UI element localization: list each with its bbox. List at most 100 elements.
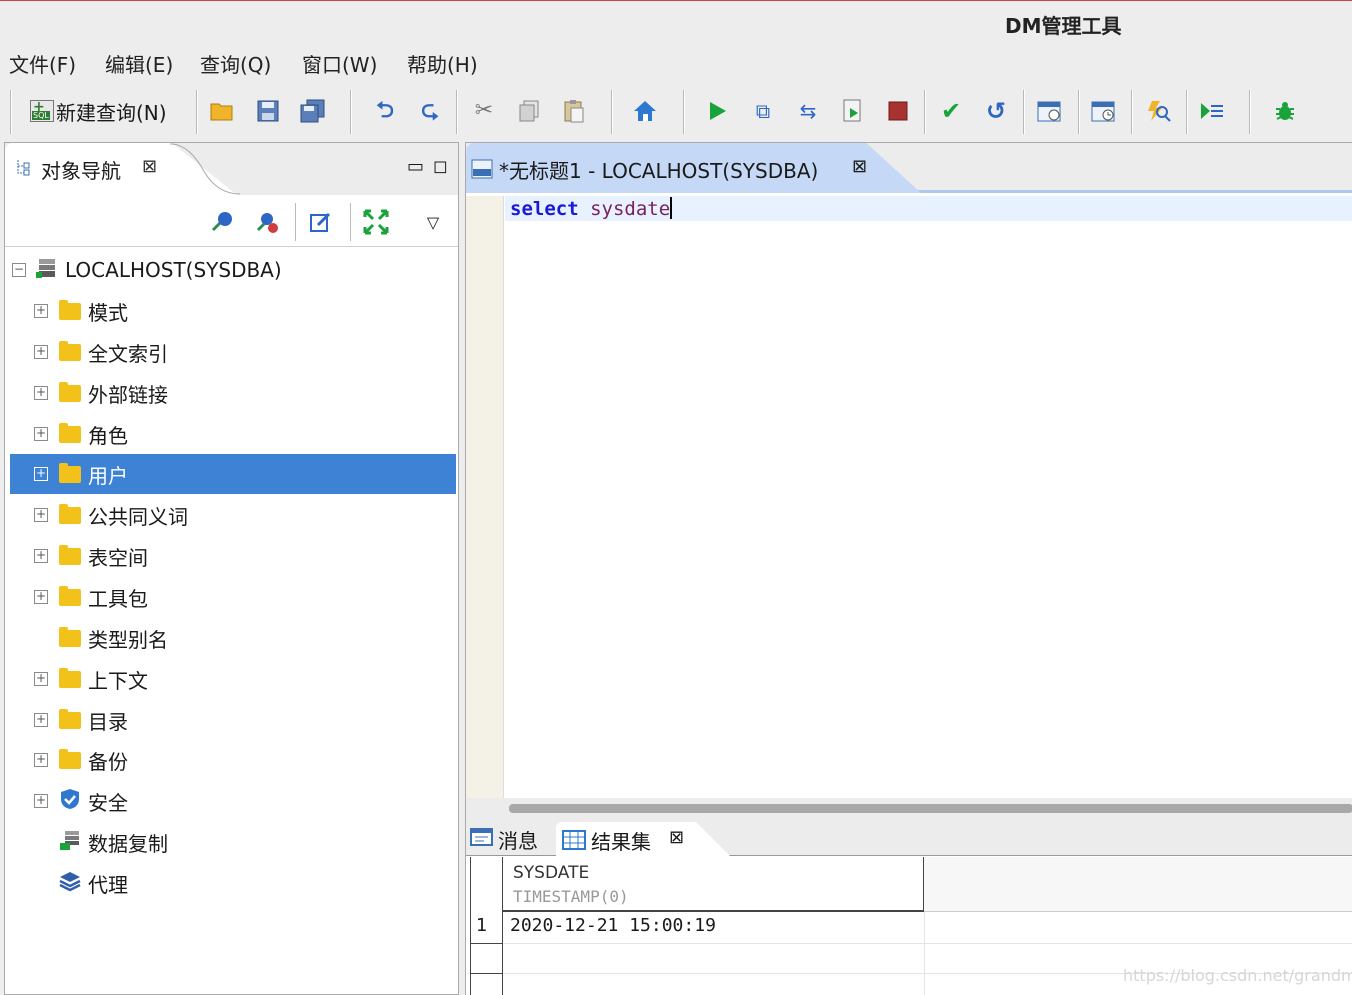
tree-node-label: 安全 [88, 790, 128, 815]
tree-node-context[interactable]: + 上下文 [34, 659, 487, 699]
toolbar-separator [1131, 90, 1133, 134]
tree-node-tablespace[interactable]: + 表空间 [34, 536, 487, 576]
paste-icon[interactable] [559, 96, 589, 126]
tree-node-type-alias[interactable]: 类型别名 [59, 618, 512, 658]
collapse-icon[interactable]: − [12, 263, 26, 277]
view-menu-chevron-down-icon[interactable]: ▽ [419, 208, 447, 236]
expand-icon[interactable]: + [34, 386, 48, 400]
column-header-sysdate[interactable]: SYSDATE TIMESTAMP(0) [503, 857, 924, 912]
new-sql-icon: + SQL [30, 99, 54, 122]
menu-file[interactable]: 文件(F) [9, 49, 76, 78]
connect-icon[interactable] [208, 208, 236, 236]
run-selected-icon[interactable]: ⧉ [748, 96, 778, 126]
toolbar-separator [350, 90, 352, 134]
copy-icon[interactable] [514, 96, 544, 126]
menu-edit[interactable]: 编辑(E) [105, 49, 173, 78]
text-caret [670, 197, 673, 219]
expand-icon[interactable]: + [34, 508, 48, 522]
tab-messages[interactable]: 消息 [470, 823, 538, 856]
expand-icon[interactable]: + [34, 753, 48, 767]
sql-identifier: sysdate [590, 198, 671, 220]
table-cell[interactable]: 2020-12-21 15:00:19 [510, 915, 716, 936]
expand-icon[interactable]: + [34, 427, 48, 441]
tree-node-replication[interactable]: 数据复制 [59, 822, 512, 862]
tree-node-user[interactable]: + 用户 [10, 454, 456, 494]
commit-icon[interactable]: ✔ [936, 96, 966, 126]
tree-node-directory[interactable]: + 目录 [34, 700, 487, 740]
shield-icon [59, 788, 81, 815]
disconnect-icon[interactable] [253, 208, 281, 236]
schedule-icon[interactable] [1035, 96, 1065, 126]
close-icon[interactable]: ⊠ [669, 827, 684, 848]
schedule-edit-icon[interactable] [1089, 96, 1119, 126]
redo-icon[interactable]: ⮎ [415, 96, 445, 126]
tree-node-fulltext-index[interactable]: + 全文索引 [34, 332, 487, 372]
maximize-icon[interactable]: ◻ [433, 156, 448, 177]
expand-icon[interactable]: + [34, 672, 48, 686]
home-icon[interactable] [630, 96, 660, 126]
tree-node-schema[interactable]: + 模式 [34, 291, 487, 331]
expand-icon[interactable]: + [34, 549, 48, 563]
menu-window[interactable]: 窗口(W) [302, 49, 377, 78]
window-title: DM管理工具 [1005, 14, 1122, 38]
results-tabstrip: 消息 结果集 ⊠ [466, 820, 1352, 857]
tab-untitled-query[interactable]: *无标题1 - LOCALHOST(SYSDBA) ⊠ [466, 143, 921, 193]
server-icon [35, 257, 57, 284]
search-object-icon[interactable] [1144, 96, 1174, 126]
toolbar-separator [1023, 90, 1025, 134]
edit-icon[interactable] [307, 208, 335, 236]
tree-node-label: 模式 [88, 300, 128, 325]
menu-help[interactable]: 帮助(H) [407, 49, 478, 78]
editor-horizontal-scrollbar[interactable] [465, 798, 1352, 820]
run-icon[interactable] [702, 96, 732, 126]
folder-icon [59, 748, 81, 769]
tab-object-navigator-label: 对象导航 [41, 159, 121, 183]
tree-node-public-synonym[interactable]: + 公共同义词 [34, 495, 487, 535]
expand-icon[interactable]: + [34, 467, 48, 481]
editor-tab-label: *无标题1 - LOCALHOST(SYSDBA) [499, 159, 819, 183]
rollback-icon[interactable]: ↺ [981, 96, 1011, 126]
row-divider [503, 943, 1352, 944]
open-folder-icon[interactable] [208, 96, 238, 126]
tree-root-label: LOCALHOST(SYSDBA) [65, 258, 282, 282]
cut-icon[interactable]: ✂ [469, 96, 499, 126]
tree-node-label: 类型别名 [88, 627, 168, 652]
tree-root-node[interactable]: − LOCALHOST(SYSDBA) [12, 250, 465, 290]
expand-all-icon[interactable] [362, 208, 390, 236]
toolbar-separator [196, 90, 198, 134]
tree-node-backup[interactable]: + 备份 [34, 740, 487, 780]
expand-icon[interactable]: + [34, 345, 48, 359]
tree-node-label: 上下文 [88, 668, 148, 693]
object-navigator-toolbar: ▽ [5, 195, 458, 247]
close-icon[interactable]: ⊠ [142, 156, 157, 177]
tree-node-agent[interactable]: 代理 [59, 863, 512, 903]
row-number: 1 [476, 915, 488, 936]
tree-node-package[interactable]: + 工具包 [34, 577, 487, 617]
save-icon[interactable] [253, 96, 283, 126]
row-divider [470, 973, 503, 974]
tab-resultset[interactable]: 结果集 ⊠ [556, 822, 731, 857]
scrollbar-thumb[interactable] [509, 804, 1352, 813]
stop-icon[interactable] [883, 96, 913, 126]
expand-icon[interactable]: + [34, 304, 48, 318]
minimize-icon[interactable]: ▭ [407, 156, 424, 177]
expand-icon[interactable]: + [34, 713, 48, 727]
run-script-icon[interactable] [838, 96, 868, 126]
folder-icon [59, 544, 81, 565]
bug-icon[interactable] [1270, 96, 1300, 126]
debug-step-icon[interactable] [1197, 96, 1227, 126]
folder-icon [59, 381, 81, 402]
save-all-icon[interactable] [298, 96, 328, 126]
expand-icon[interactable]: + [34, 590, 48, 604]
sql-code-input[interactable]: select sysdate [510, 197, 673, 220]
tree-node-role[interactable]: + 角色 [34, 414, 487, 454]
new-query-button[interactable]: + SQL 新建查询(N) [30, 96, 167, 126]
explain-icon[interactable]: ⇆ [793, 96, 823, 126]
tree-node-external-link[interactable]: + 外部链接 [34, 373, 487, 413]
menu-query[interactable]: 查询(Q) [200, 49, 271, 78]
tree-node-security[interactable]: + 安全 [34, 781, 487, 821]
undo-icon[interactable]: ⮌ [370, 96, 400, 126]
close-icon[interactable]: ⊠ [852, 156, 867, 177]
expand-icon[interactable]: + [34, 794, 48, 808]
sql-keyword: select [510, 198, 579, 220]
